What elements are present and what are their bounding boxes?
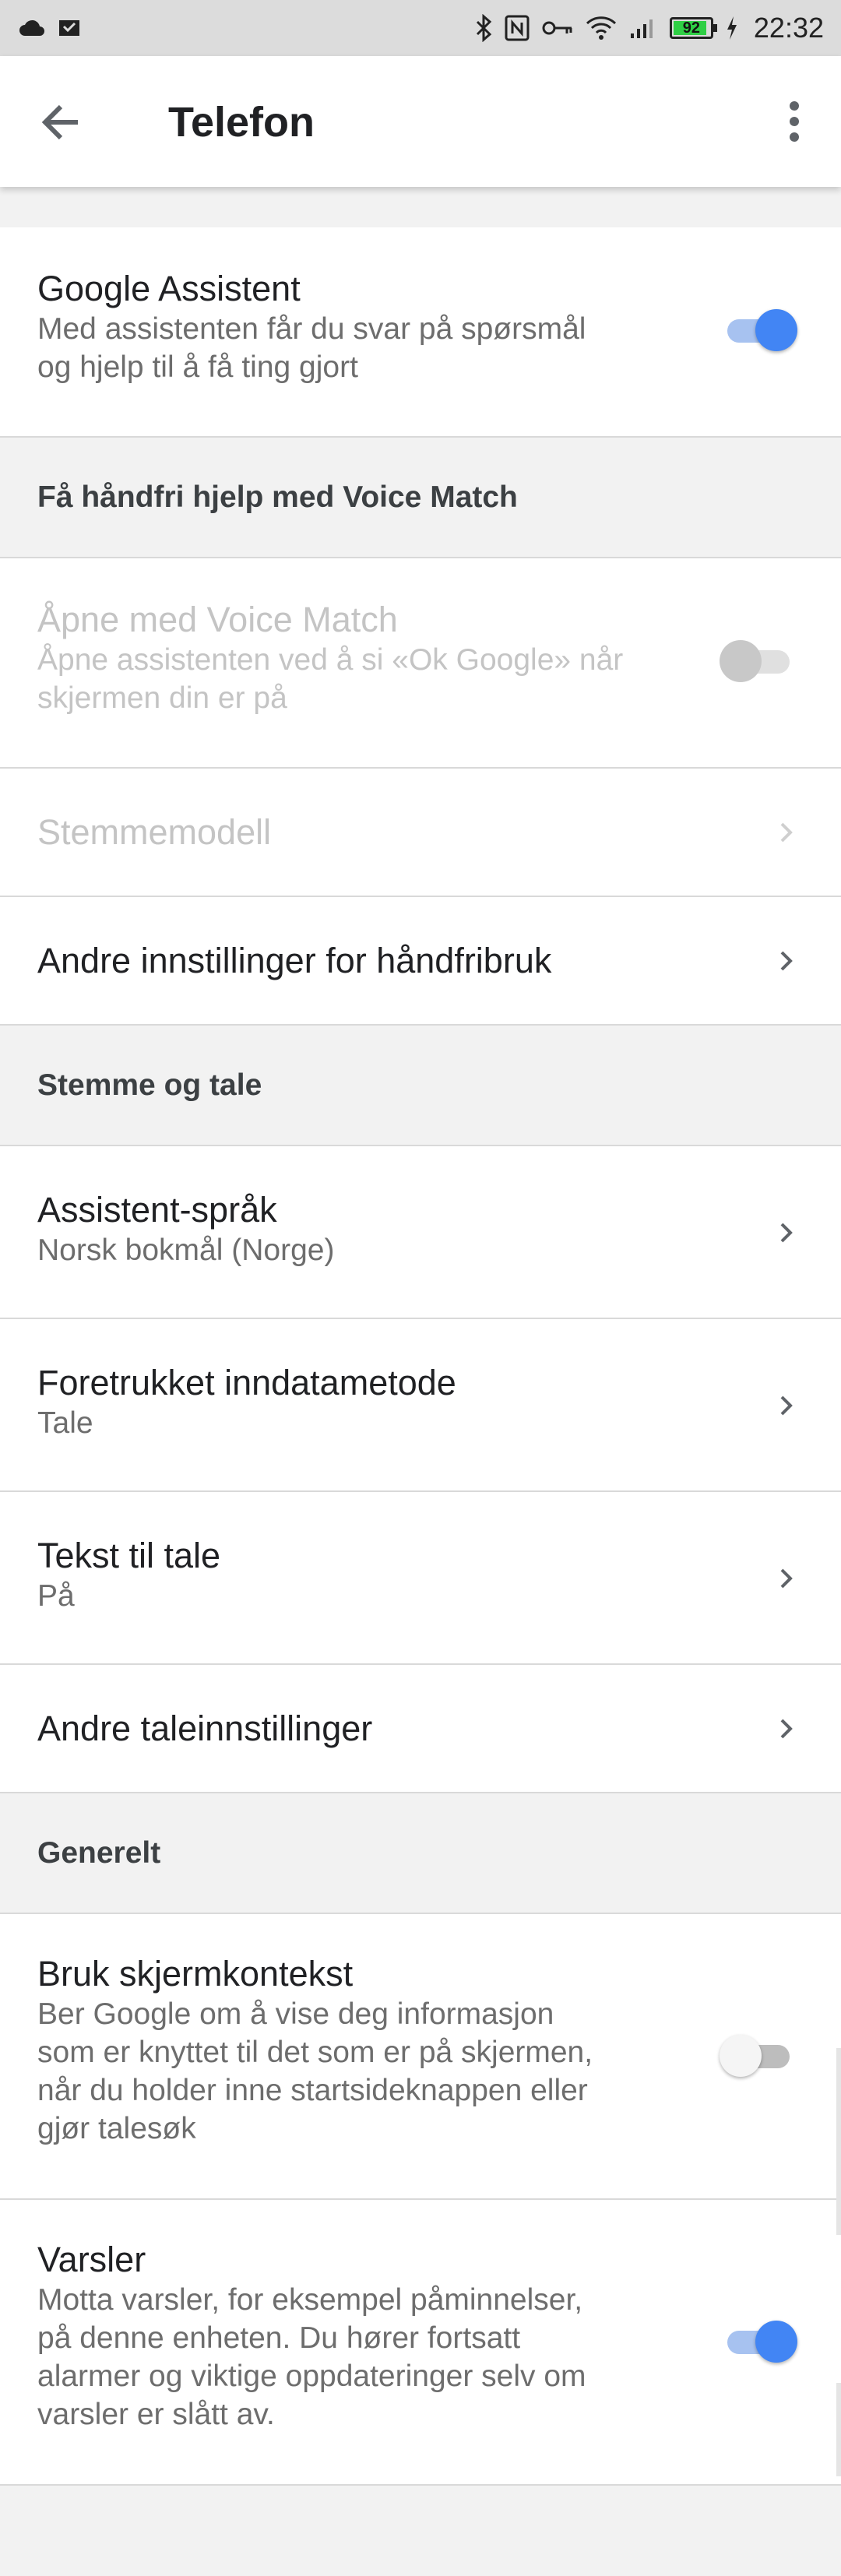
voice-model-row[interactable]: Stemmemodell [0, 769, 841, 897]
screen-context-subtitle-2: som er knyttet til det som er på skjerme… [37, 2036, 593, 2069]
input-method-title: Foretrukket inndatametode [37, 1363, 456, 1402]
screen-context-subtitle-4: gjør talesøk [37, 2112, 196, 2145]
voice-match-toggle[interactable] [720, 636, 797, 686]
section-header-voice-match: Få håndfri hjelp med Voice Match [0, 438, 841, 558]
settings-list: Google Assistent Med assistenten får du … [0, 227, 841, 2486]
chevron-right-icon [780, 1395, 793, 1416]
screen-context-title: Bruk skjermkontekst [37, 1954, 354, 1994]
notifications-subtitle-1: Motta varsler, for eksempel påminnelser, [37, 2283, 583, 2317]
download-icon [59, 20, 79, 36]
chevron-right-icon [780, 822, 793, 843]
battery-percent: 92 [682, 19, 701, 37]
wifi-icon [586, 16, 616, 40]
nfc-icon [505, 15, 530, 41]
scroll-edge-hint [836, 2048, 841, 2235]
input-method-value: Tale [37, 1406, 93, 1440]
text-to-speech-value: På [37, 1579, 75, 1613]
other-speech-settings-title: Andre taleinnstillinger [37, 1708, 373, 1748]
signal-icon [630, 19, 653, 38]
charging-icon [727, 16, 737, 40]
voice-match-title: Åpne med Voice Match [37, 600, 398, 639]
overflow-menu-button[interactable] [771, 95, 818, 150]
google-assistant-row[interactable]: Google Assistent Med assistenten får du … [0, 227, 841, 438]
voice-match-subtitle-1: Åpne assistenten ved å si «Ok Google» nå… [37, 643, 624, 677]
battery-icon: 92 [669, 17, 717, 39]
status-time: 22:32 [753, 12, 824, 44]
google-assistant-subtitle-2: og hjelp til å få ting gjort [37, 350, 358, 384]
status-bar-left [19, 17, 81, 39]
chevron-right-icon [780, 1568, 793, 1589]
text-to-speech-row[interactable]: Tekst til tale På [0, 1492, 841, 1665]
input-method-row[interactable]: Foretrukket inndatametode Tale [0, 1319, 841, 1492]
screen-context-subtitle-1: Ber Google om å vise deg informasjon [37, 1997, 554, 2031]
scroll-edge-hint [836, 2383, 841, 2476]
back-button[interactable] [34, 95, 97, 150]
section-header-general: Generelt [0, 1793, 841, 1914]
chevron-right-icon [780, 1223, 793, 1243]
cloud-icon [19, 19, 44, 36]
assistant-language-row[interactable]: Assistent-språk Norsk bokmål (Norge) [0, 1146, 841, 1319]
chevron-right-icon [780, 951, 793, 971]
bluetooth-icon [476, 14, 492, 42]
assistant-language-value: Norsk bokmål (Norge) [37, 1233, 335, 1267]
text-to-speech-title: Tekst til tale [37, 1536, 221, 1575]
handsfree-settings-title: Andre innstillinger for håndfribruk [37, 940, 552, 980]
voice-match-subtitle-2: skjermen din er på [37, 681, 287, 715]
back-arrow-icon [41, 104, 78, 140]
more-vert-icon [771, 101, 818, 142]
notifications-toggle[interactable] [720, 2317, 797, 2367]
handsfree-settings-row[interactable]: Andre innstillinger for håndfribruk [0, 897, 841, 1026]
notifications-subtitle-4: varsler er slått av. [37, 2398, 275, 2431]
notifications-title: Varsler [37, 2240, 146, 2279]
page-title: Telefon [168, 99, 315, 146]
voice-match-row[interactable]: Åpne med Voice Match Åpne assistenten ve… [0, 558, 841, 769]
notifications-subtitle-2: på denne enheten. Du hører fortsatt [37, 2321, 521, 2355]
screen-context-toggle[interactable] [720, 2031, 797, 2081]
google-assistant-title: Google Assistent [37, 269, 301, 308]
google-assistant-toggle[interactable] [720, 305, 797, 355]
assistant-language-title: Assistent-språk [37, 1190, 277, 1230]
screen-context-row[interactable]: Bruk skjermkontekst Ber Google om å vise… [0, 1914, 841, 2200]
vpn-key-icon [542, 21, 572, 35]
google-assistant-subtitle-1: Med assistenten får du svar på spørsmål [37, 312, 586, 346]
notifications-subtitle-3: alarmer og viktige oppdateringer selv om [37, 2360, 586, 2393]
other-speech-settings-row[interactable]: Andre taleinnstillinger [0, 1665, 841, 1793]
app-bar: Telefon [0, 56, 841, 187]
notifications-row[interactable]: Varsler Motta varsler, for eksempel påmi… [0, 2200, 841, 2486]
voice-model-title: Stemmemodell [37, 811, 272, 852]
section-header-voice-speech: Stemme og tale [0, 1026, 841, 1146]
chevron-right-icon [780, 1719, 793, 1739]
status-bar: 92 22:32 [0, 0, 841, 56]
screen-context-subtitle-3: når du holder inne startsideknappen elle… [37, 2074, 588, 2107]
status-bar-right: 92 22:32 [475, 12, 824, 44]
